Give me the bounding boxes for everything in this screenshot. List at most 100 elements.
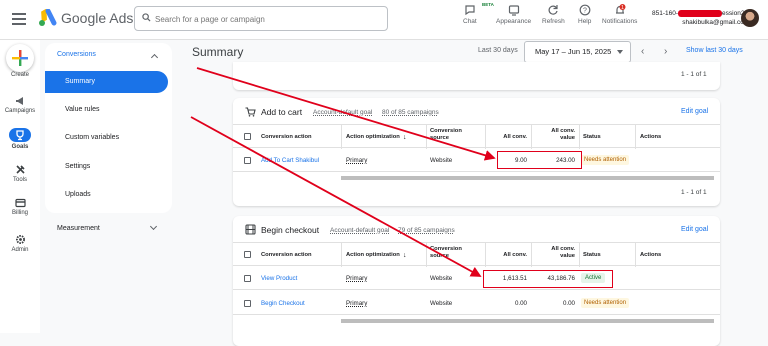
- goal-campaigns[interactable]: 79 of 85 campaigns: [398, 227, 455, 234]
- subnav-measurement[interactable]: Measurement: [57, 225, 100, 232]
- conversion-action-link[interactable]: Add To Cart Shakibul: [261, 157, 319, 164]
- account-id-prefix: 851-160-: [652, 10, 679, 17]
- account-info[interactable]: 851-160- ession2® shakibulka@gmail.com: [652, 9, 749, 27]
- action-optimization[interactable]: Primary: [346, 157, 367, 164]
- rail-label-admin: Admin: [11, 247, 29, 253]
- conversion-action-link[interactable]: View Product: [261, 275, 297, 282]
- table-row[interactable]: Begin Checkout Primary Website 0.00 0.00…: [233, 291, 720, 315]
- create-button[interactable]: [6, 44, 34, 72]
- appearance-button[interactable]: Appearance: [496, 4, 531, 25]
- date-range-picker[interactable]: May 17 – Jun 15, 2025: [524, 41, 631, 63]
- highlight-box-add-to-cart: [497, 151, 582, 169]
- table-row[interactable]: View Product Primary Website 1,613.51 43…: [233, 266, 720, 290]
- menu-icon[interactable]: [12, 13, 26, 25]
- next-period-icon[interactable]: ›: [664, 46, 667, 57]
- beta-badge: BETA: [482, 2, 494, 7]
- col-all-conv-value[interactable]: All conv. value: [535, 246, 575, 260]
- appearance-label: Appearance: [496, 18, 532, 25]
- col-conversion-action[interactable]: Conversion action: [261, 252, 312, 259]
- refresh-button[interactable]: Refresh: [542, 4, 565, 25]
- search-input[interactable]: [155, 11, 380, 27]
- rail-label-billing: Billing: [11, 210, 28, 216]
- trophy-icon: [9, 128, 31, 142]
- show-last-30-days-link[interactable]: Show last 30 days: [686, 47, 743, 54]
- select-all-checkbox[interactable]: [244, 251, 251, 258]
- rail-item-goals[interactable]: Goals: [0, 128, 40, 150]
- subnav-item-uploads[interactable]: Uploads: [45, 184, 168, 206]
- top-bar: Google Ads BETA Chat Appearance Refresh …: [0, 0, 768, 40]
- select-all-checkbox[interactable]: [244, 133, 251, 140]
- page-title: Summary: [192, 45, 244, 59]
- checkout-icon: [245, 224, 256, 235]
- help-icon: ?: [579, 4, 591, 16]
- sort-arrow-icon[interactable]: ↓: [403, 134, 407, 141]
- all-conv-value-amount: 0.00: [562, 300, 575, 307]
- status-badge: Needs attention: [581, 155, 630, 165]
- redaction-mark: [678, 9, 723, 17]
- conversion-source: Website: [430, 275, 453, 282]
- table-row[interactable]: Add To Cart Shakibul Primary Website 9.0…: [233, 148, 720, 172]
- edit-goal-link[interactable]: Edit goal: [681, 108, 708, 115]
- goal-title: Add to cart: [261, 107, 303, 117]
- chat-button[interactable]: Chat: [463, 4, 477, 25]
- chevron-down-icon[interactable]: [149, 222, 158, 231]
- goal-card-add-to-cart: Add to cart Account-default goal 80 of 8…: [233, 98, 720, 206]
- goal-type[interactable]: Account-default goal: [313, 109, 372, 116]
- rail-item-tools[interactable]: Tools: [0, 164, 40, 183]
- col-conversion-action[interactable]: Conversion action: [261, 134, 312, 141]
- col-conversion-source[interactable]: Conversion source: [430, 128, 475, 142]
- help-button[interactable]: ? Help: [578, 4, 591, 25]
- action-optimization[interactable]: Primary: [346, 275, 367, 282]
- gear-icon: [15, 235, 25, 244]
- edit-goal-link[interactable]: Edit goal: [681, 226, 708, 233]
- subnav-item-summary[interactable]: Summary: [45, 71, 168, 93]
- rail-item-billing[interactable]: Billing: [0, 198, 40, 216]
- col-status[interactable]: Status: [583, 252, 601, 259]
- col-conversion-source[interactable]: Conversion source: [430, 246, 475, 260]
- conversion-action-link[interactable]: Begin Checkout: [261, 300, 305, 307]
- horizontal-scrollbar[interactable]: [341, 319, 714, 323]
- row-checkbox[interactable]: [244, 157, 251, 164]
- goal-card-begin-checkout: Begin checkout Account-default goal 79 o…: [233, 216, 720, 346]
- action-optimization[interactable]: Primary: [346, 300, 367, 307]
- col-all-conv-value[interactable]: All conv. value: [535, 128, 575, 142]
- subnav-section-title[interactable]: Conversions: [57, 51, 96, 58]
- chevron-up-icon[interactable]: [150, 53, 159, 62]
- notifications-button[interactable]: 1 Notifications: [602, 4, 637, 25]
- col-all-conv[interactable]: All conv.: [489, 252, 527, 259]
- subnav-item-custom-variables[interactable]: Custom variables: [45, 127, 168, 149]
- prev-period-icon[interactable]: ‹: [641, 46, 644, 57]
- search-icon: [142, 13, 151, 22]
- rail-item-campaigns[interactable]: Campaigns: [0, 96, 40, 114]
- cart-icon: [245, 107, 256, 117]
- help-label: Help: [578, 18, 592, 25]
- previous-goal-card: 1 - 1 of 1: [233, 62, 720, 90]
- date-range-value: May 17 – Jun 15, 2025: [535, 47, 612, 56]
- sort-arrow-icon[interactable]: ↓: [403, 252, 407, 259]
- horizontal-scrollbar[interactable]: [341, 176, 714, 180]
- rail-item-admin[interactable]: Admin: [0, 234, 40, 253]
- subnav-item-settings[interactable]: Settings: [45, 156, 168, 178]
- pager-text: 1 - 1 of 1: [681, 71, 707, 78]
- col-action-optimization[interactable]: Action optimization: [346, 252, 400, 259]
- goal-type[interactable]: Account-default goal: [330, 227, 389, 234]
- avatar[interactable]: [741, 9, 759, 27]
- subnav-item-value-rules[interactable]: Value rules: [45, 99, 168, 121]
- search-box[interactable]: [134, 6, 388, 31]
- goal-title: Begin checkout: [261, 225, 320, 235]
- col-action-optimization[interactable]: Action optimization: [346, 134, 400, 141]
- col-status[interactable]: Status: [583, 134, 601, 141]
- dropdown-arrow-icon: [617, 50, 623, 54]
- card-icon: [14, 198, 26, 208]
- goal-campaigns[interactable]: 80 of 85 campaigns: [382, 109, 439, 116]
- all-conv-value: 0.00: [514, 300, 527, 307]
- row-checkbox[interactable]: [244, 275, 251, 282]
- notifications-label: Notifications: [602, 18, 638, 25]
- plus-icon: [12, 50, 28, 66]
- rail-label-goals: Goals: [11, 144, 29, 150]
- table-header: Conversion action Action optimization ↓ …: [233, 124, 720, 149]
- brand-name: Google Ads: [61, 10, 134, 26]
- col-actions: Actions: [640, 252, 662, 258]
- col-all-conv[interactable]: All conv.: [489, 134, 527, 141]
- row-checkbox[interactable]: [244, 300, 251, 307]
